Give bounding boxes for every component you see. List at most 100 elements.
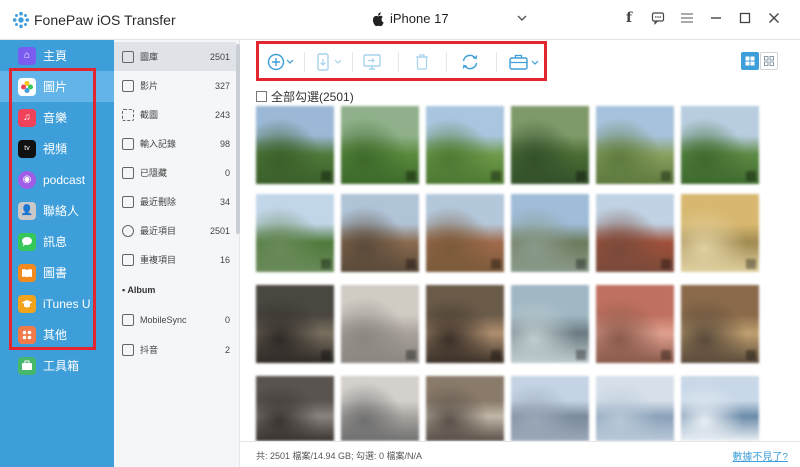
device-selector[interactable]: iPhone 17 (372, 11, 449, 26)
select-all[interactable]: 全部勾選(2501) (256, 88, 354, 105)
camera-icon (122, 224, 134, 237)
feedback-icon[interactable] (650, 10, 666, 26)
photo-thumbnail[interactable] (426, 194, 504, 272)
photo-thumbnail[interactable] (341, 194, 419, 272)
category-panel: 圖庫 2501 影片 327 截圖 243 輸入記錄 98 已隱藏 0 最近刪除… (114, 40, 240, 467)
photo-type-icon (321, 259, 331, 269)
category-videos[interactable]: 影片 327 (114, 71, 236, 100)
category-hidden[interactable]: 已隱藏 0 (114, 158, 236, 187)
photos-icon (18, 77, 36, 96)
photo-thumbnail[interactable] (256, 285, 334, 363)
toolbox-icon (18, 356, 36, 375)
photo-type-icon (491, 259, 501, 269)
category-recent-items[interactable]: 最近項目 2501 (114, 216, 236, 245)
photo-thumbnail[interactable] (256, 194, 334, 272)
category-recently-deleted[interactable]: 最近刪除 34 (114, 187, 236, 216)
sidebar-item-photos[interactable]: 圖片 (0, 71, 114, 102)
grid-small-toggle[interactable] (760, 52, 778, 70)
photo-thumbnail[interactable] (426, 376, 504, 441)
toolbar-separator (304, 52, 305, 72)
toolbox-button[interactable] (508, 52, 540, 72)
toolbox-icon (509, 54, 539, 70)
podcast-icon: ◉ (18, 170, 36, 189)
books-icon (18, 263, 36, 282)
itunes-u-icon (18, 294, 36, 313)
photo-type-icon (746, 350, 756, 360)
sidebar-item-books[interactable]: 圖書 (0, 257, 114, 288)
messages-icon (18, 232, 36, 251)
music-icon: ♫ (18, 108, 36, 127)
photo-thumbnail[interactable] (596, 285, 674, 363)
app-title: FonePaw iOS Transfer (34, 12, 176, 28)
photo-type-icon (321, 171, 331, 181)
photo-thumbnail[interactable] (681, 285, 759, 363)
sidebar-item-toolbox[interactable]: 工具箱 (0, 350, 114, 381)
album-douyin[interactable]: 抖音 2 (114, 335, 236, 364)
add-button[interactable] (266, 52, 296, 72)
category-screenshots[interactable]: 截圖 243 (114, 100, 236, 129)
sidebar-item-video[interactable]: tv 視頻 (0, 133, 114, 164)
photo-thumbnail[interactable] (511, 106, 589, 184)
photo-thumbnail[interactable] (426, 106, 504, 184)
home-icon: ⌂ (18, 46, 36, 65)
sidebar-item-podcast[interactable]: ◉ podcast (0, 164, 114, 195)
photo-thumbnail[interactable] (341, 376, 419, 441)
export-to-pc-button[interactable] (360, 52, 384, 72)
photo-thumbnail[interactable] (681, 376, 759, 441)
grid-view-toggle[interactable] (741, 52, 759, 70)
toolbar-separator (352, 52, 353, 72)
refresh-button[interactable] (458, 52, 482, 72)
photo-thumbnail[interactable] (341, 285, 419, 363)
photo-thumbnail[interactable] (511, 194, 589, 272)
trash-icon (122, 195, 134, 208)
sidebar-item-contacts[interactable]: 👤 聯絡人 (0, 195, 114, 226)
toolbar-separator (496, 52, 497, 72)
export-to-device-button[interactable] (314, 52, 344, 72)
sidebar-item-music[interactable]: ♫ 音樂 (0, 102, 114, 133)
photo-thumbnail[interactable] (511, 285, 589, 363)
photo-thumbnail[interactable] (341, 106, 419, 184)
delete-button[interactable] (410, 52, 434, 72)
status-bar: 共: 2501 檔案/14.94 GB; 勾選: 0 檔案/N/A 數據不見了? (240, 441, 800, 467)
category-imports[interactable]: 輸入記錄 98 (114, 129, 236, 158)
photo-thumbnail[interactable] (596, 376, 674, 441)
minimize-icon[interactable] (708, 10, 724, 26)
chevron-down-icon[interactable] (516, 12, 528, 24)
photo-thumbnail[interactable] (596, 106, 674, 184)
menu-icon[interactable] (679, 10, 695, 26)
library-icon (122, 50, 134, 63)
photo-type-icon (746, 171, 756, 181)
category-library[interactable]: 圖庫 2501 (114, 42, 236, 71)
photo-thumbnail[interactable] (596, 194, 674, 272)
photo-type-icon (576, 171, 586, 181)
sidebar-item-messages[interactable]: 訊息 (0, 226, 114, 257)
refresh-icon (462, 54, 478, 70)
photo-type-icon (661, 350, 671, 360)
photo-type-icon (491, 171, 501, 181)
data-missing-link[interactable]: 數據不見了? (732, 448, 788, 463)
photo-thumbnail[interactable] (511, 376, 589, 441)
duplicate-icon (122, 253, 134, 266)
album-mobilesync[interactable]: MobileSync 0 (114, 305, 236, 334)
sidebar-item-home[interactable]: ⌂ 主頁 (0, 40, 114, 71)
category-scrollbar[interactable] (236, 44, 240, 234)
fonepaw-logo-icon (12, 11, 30, 29)
photo-thumbnail[interactable] (681, 194, 759, 272)
photo-thumbnail[interactable] (681, 106, 759, 184)
category-duplicates[interactable]: 重複項目 16 (114, 245, 236, 274)
album-header: ▪ Album (122, 285, 156, 295)
sidebar-item-itunes-u[interactable]: iTunes U (0, 288, 114, 319)
facebook-icon[interactable]: f (621, 10, 637, 26)
maximize-icon[interactable] (737, 10, 753, 26)
sidebar: ⌂ 主頁 圖片 ♫ 音樂 tv 視頻 ◉ podcast 👤 聯絡人 訊息 圖書… (0, 40, 114, 467)
hidden-icon (122, 166, 134, 179)
status-text: 共: 2501 檔案/14.94 GB; 勾選: 0 檔案/N/A (256, 451, 423, 461)
photo-thumbnail[interactable] (256, 106, 334, 184)
photo-type-icon (406, 171, 416, 181)
photo-thumbnail[interactable] (426, 285, 504, 363)
select-all-checkbox[interactable] (256, 91, 267, 102)
sidebar-item-other[interactable]: 其他 (0, 319, 114, 350)
close-icon[interactable] (766, 10, 782, 26)
photo-thumbnail[interactable] (256, 376, 334, 441)
apple-icon (372, 11, 384, 26)
